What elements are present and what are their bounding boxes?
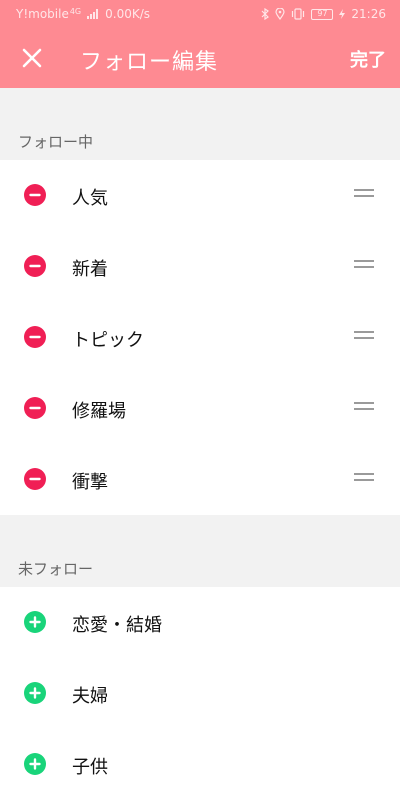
add-icon[interactable] xyxy=(24,682,46,704)
app-bar: Y!mobile 4G 0.00K/s 97 21:26 フォロー編集 完了 xyxy=(0,0,400,88)
drag-handle-icon[interactable] xyxy=(354,402,374,414)
list-item-label: トピック xyxy=(72,330,144,351)
remove-icon[interactable] xyxy=(24,468,46,490)
signal-icon xyxy=(87,9,99,19)
drag-handle-icon[interactable] xyxy=(354,260,374,272)
carrier-label: Y!mobile xyxy=(16,7,69,21)
toolbar: フォロー編集 完了 xyxy=(0,28,400,88)
drag-handle-icon[interactable] xyxy=(354,473,374,485)
following-section-header: フォロー中 xyxy=(0,88,400,160)
list-item[interactable]: 新着 xyxy=(0,231,400,302)
remove-icon[interactable] xyxy=(24,184,46,206)
close-icon xyxy=(22,48,42,68)
remove-icon[interactable] xyxy=(24,255,46,277)
add-icon[interactable] xyxy=(24,753,46,775)
list-item[interactable]: 夫婦 xyxy=(0,658,400,729)
vibrate-icon xyxy=(291,8,305,20)
list-item[interactable]: 修羅場 xyxy=(0,373,400,444)
not-following-list: 恋愛・結婚 夫婦 子供 xyxy=(0,587,400,800)
network-type-label: 4G xyxy=(69,6,82,16)
location-icon xyxy=(275,8,286,20)
close-button[interactable] xyxy=(16,42,48,74)
charging-icon xyxy=(339,9,346,19)
list-item-label: 夫婦 xyxy=(72,686,108,707)
list-item[interactable]: トピック xyxy=(0,302,400,373)
list-item[interactable]: 人気 xyxy=(0,160,400,231)
not-following-section-header: 未フォロー xyxy=(0,515,400,587)
list-item-label: 衝撃 xyxy=(72,472,108,493)
remove-icon[interactable] xyxy=(24,326,46,348)
bluetooth-icon xyxy=(261,8,270,20)
status-bar: Y!mobile 4G 0.00K/s 97 21:26 xyxy=(0,0,400,28)
remove-icon[interactable] xyxy=(24,397,46,419)
drag-handle-icon[interactable] xyxy=(354,331,374,343)
page-title: フォロー編集 xyxy=(80,50,219,75)
list-item[interactable]: 衝撃 xyxy=(0,444,400,515)
network-speed: 0.00K/s xyxy=(105,7,151,21)
list-item-label: 子供 xyxy=(72,757,108,778)
done-button[interactable]: 完了 xyxy=(350,46,386,72)
add-icon[interactable] xyxy=(24,611,46,633)
battery-level: 97 xyxy=(311,8,334,20)
drag-handle-icon[interactable] xyxy=(354,189,374,201)
list-item-label: 人気 xyxy=(72,188,108,209)
clock: 21:26 xyxy=(351,7,386,21)
list-item-label: 恋愛・結婚 xyxy=(72,615,162,636)
following-list: 人気新着トピック修羅場衝撃 xyxy=(0,160,400,515)
list-item[interactable]: 恋愛・結婚 xyxy=(0,587,400,658)
list-item[interactable]: 子供 xyxy=(0,729,400,800)
list-item-label: 修羅場 xyxy=(72,401,126,422)
list-item-label: 新着 xyxy=(72,259,108,280)
